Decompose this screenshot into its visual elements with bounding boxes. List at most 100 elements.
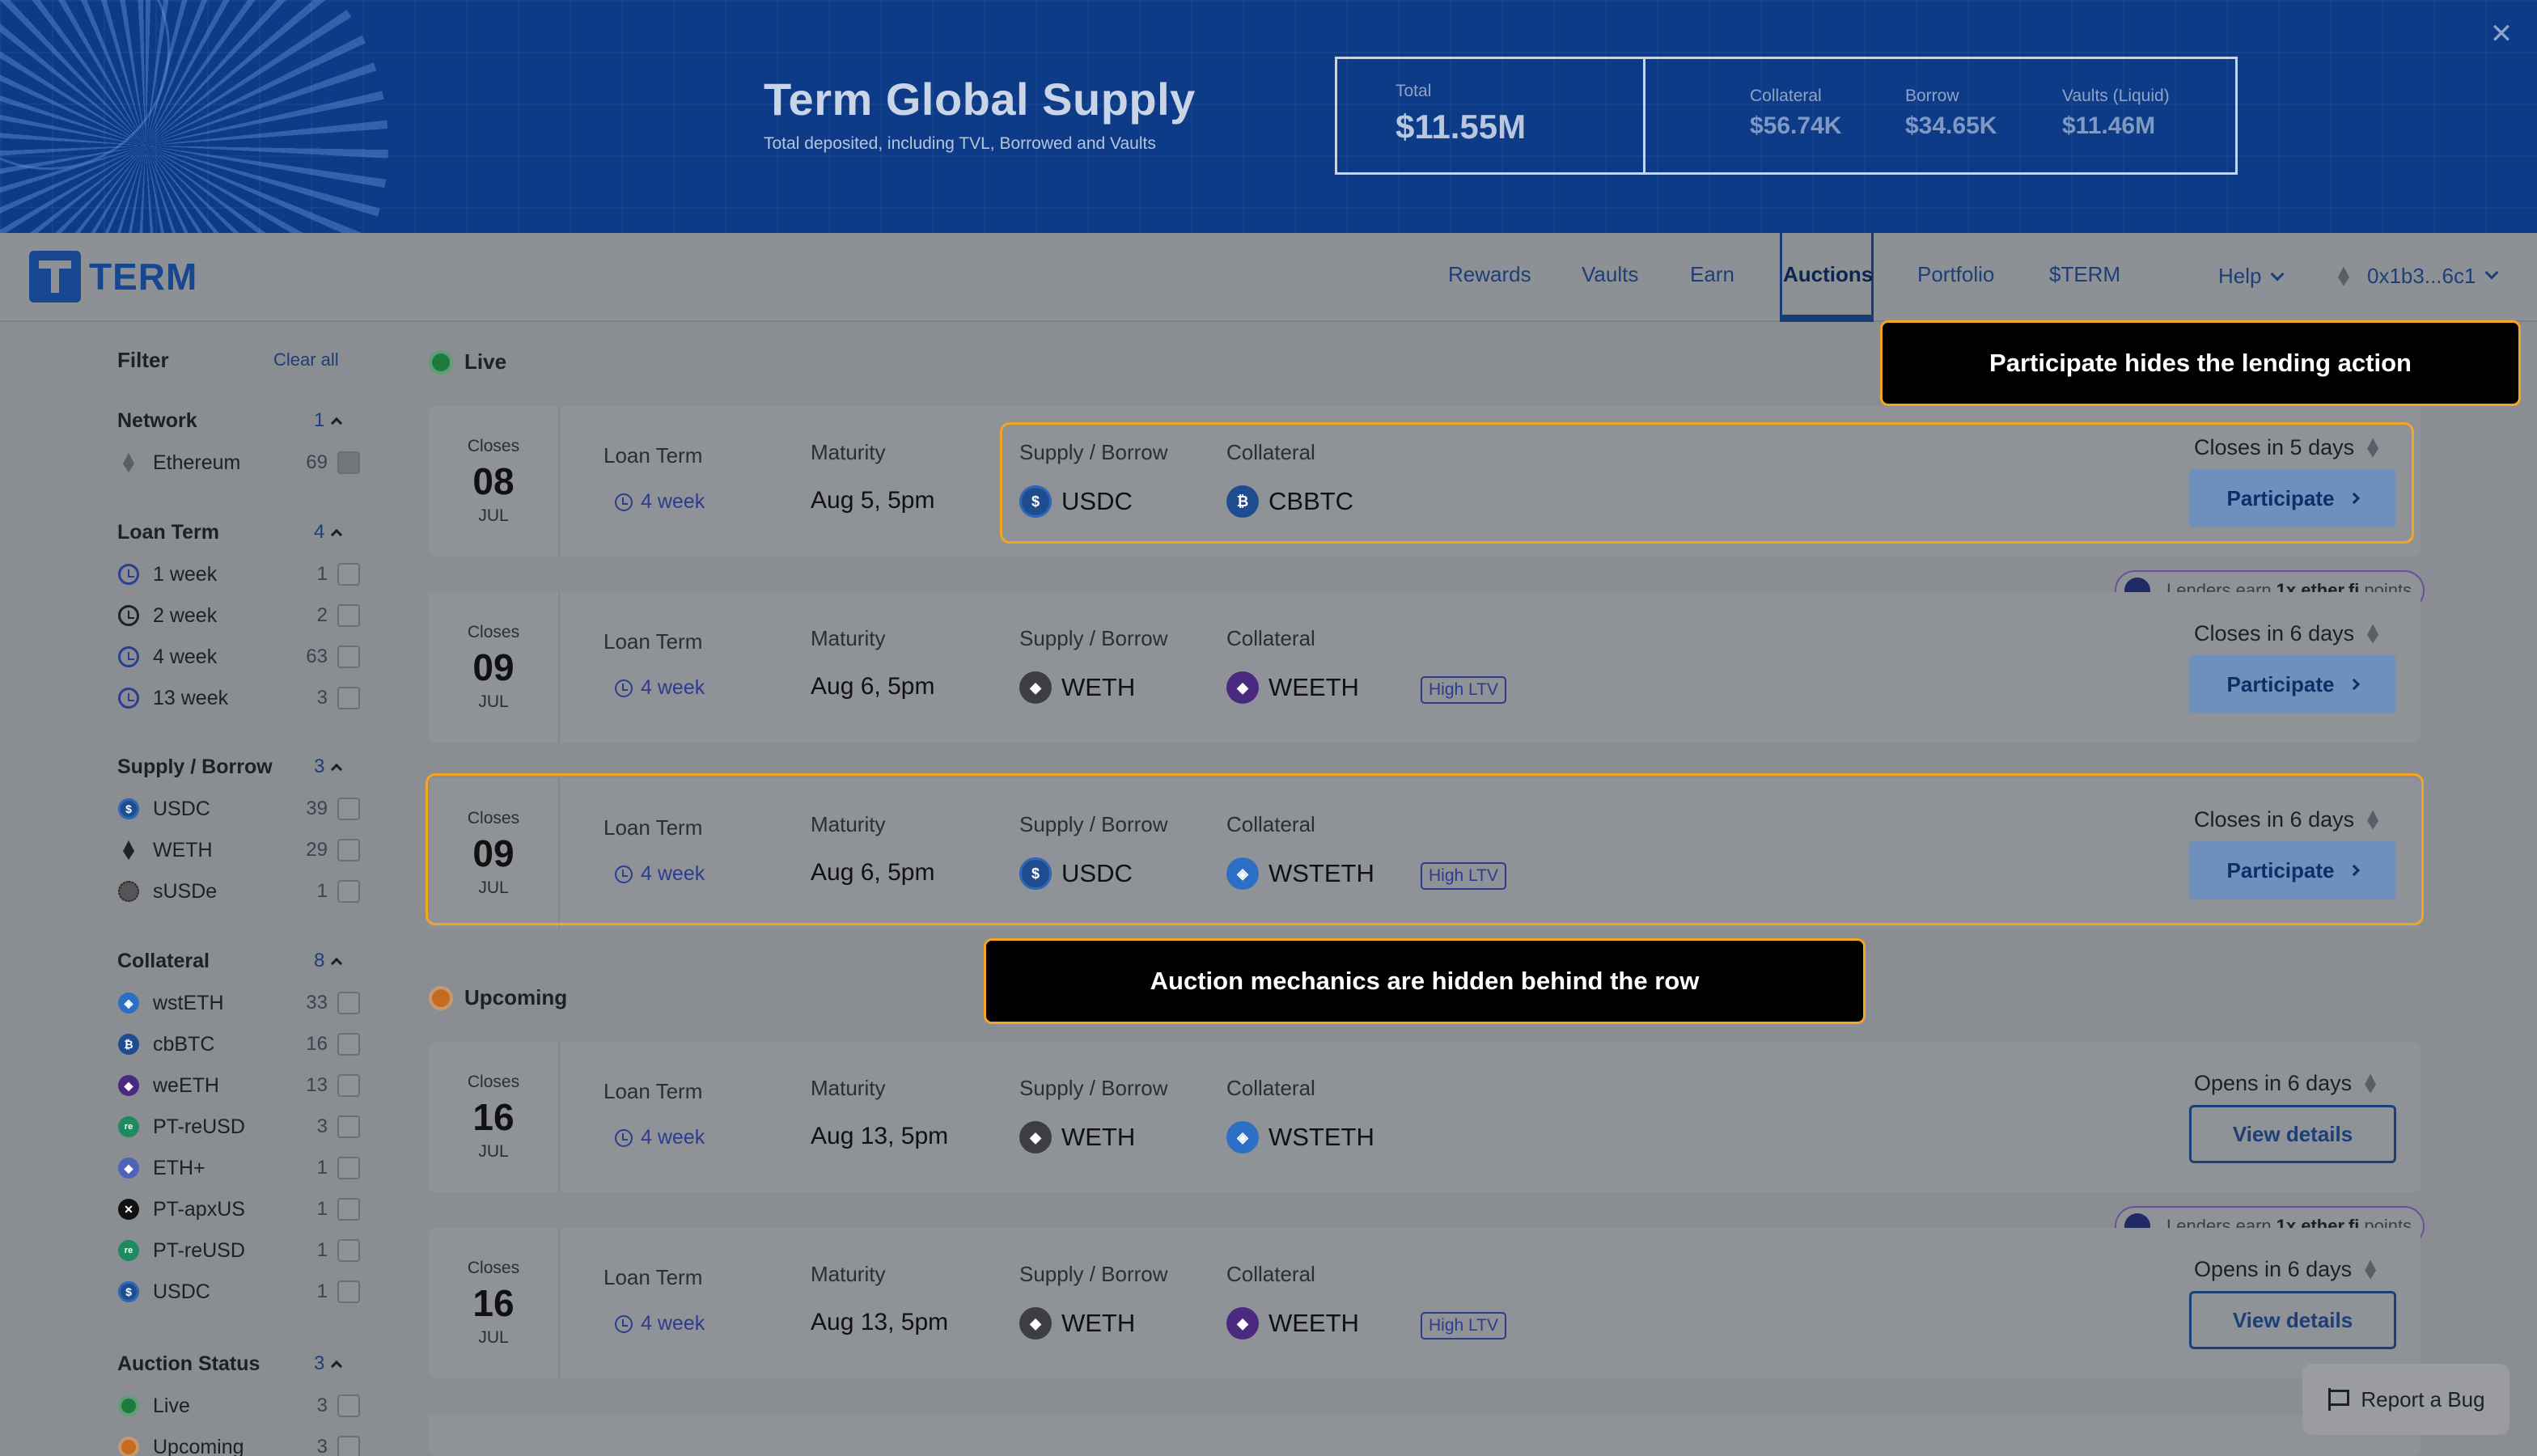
collateral-asset: ◆ WEETH [1226,671,1359,704]
checkbox[interactable] [337,687,360,709]
maturity-label: Maturity [811,1262,886,1286]
checkbox[interactable] [337,839,360,861]
option-label: Live [153,1394,190,1417]
close-date: Closes 09 JUL [429,592,560,743]
close-date: Closes 08 JUL [429,406,560,557]
filter-option-13-week[interactable]: 13 week 3 [117,682,360,714]
banner-title: Term Global Supply [764,74,1196,125]
auction-row[interactable]: Closes 09 JUL Loan Term 4 week Maturity … [429,592,2421,743]
filter-option-pt-reusd[interactable]: re PT-reUSD 3 [117,1111,360,1143]
filter-option-weth[interactable]: WETH 29 [117,834,360,866]
auction-row[interactable]: Closes 16 JUL Loan Term 4 week Maturity … [429,1228,2421,1378]
filter-option-4-week[interactable]: 4 week 63 [117,641,360,673]
checkbox[interactable] [337,1115,360,1138]
sunburst-decoration [0,0,388,233]
filter-option-usdc[interactable]: $ USDC 39 [117,793,360,825]
auction-row[interactable]: Closes 09 JUL Loan Term 4 week Maturity … [429,778,2421,929]
checkbox[interactable] [337,1074,360,1097]
filter-option-upcoming[interactable]: Upcoming 3 [117,1431,360,1456]
clear-all-link[interactable]: Clear all [273,349,339,370]
help-menu[interactable]: Help [2218,264,2285,289]
filter-option-eth-plus[interactable]: ◆ ETH+ 1 [117,1152,360,1184]
closes-label: Closes [467,1259,520,1277]
nav-vaults[interactable]: Vaults [1582,262,1638,287]
nav-term-token[interactable]: $TERM [2049,262,2120,287]
checkbox[interactable] [337,645,360,668]
checkbox[interactable] [337,1033,360,1056]
checkbox[interactable] [337,1436,360,1456]
auction-row[interactable]: Closes 16 JUL Loan Term 4 week Maturity … [429,1042,2421,1192]
susde-icon [117,880,140,903]
filter-option-live[interactable]: Live 3 [117,1390,360,1422]
status-label: Opens in 6 days [2194,1071,2353,1095]
checkbox[interactable] [337,880,360,903]
group-count: 8 [314,950,325,971]
network-group-toggle[interactable]: 1 [314,409,343,432]
filter-option-weeth[interactable]: ◆ weETH 13 [117,1069,360,1102]
view-details-button[interactable]: View details [2189,1105,2396,1163]
checkbox[interactable] [337,563,360,586]
supply-borrow-group-title[interactable]: Supply / Borrow [117,756,273,779]
checkbox[interactable] [337,798,360,820]
top-nav: TERM Rewards Vaults Earn Auctions Portfo… [0,233,2537,322]
loan-term-label: Loan Term [604,1265,703,1289]
checkbox[interactable] [337,1395,360,1417]
checkbox[interactable] [337,1239,360,1262]
collateral-group-title[interactable]: Collateral [117,950,210,973]
supply-stats-box: Total $11.55M Collateral $56.74K Borrow … [1335,57,2238,175]
checkbox[interactable] [337,1198,360,1221]
collateral-group-toggle[interactable]: 8 [314,950,343,972]
filter-option-pt-apxus[interactable]: ✕ PT-apxUS 1 [117,1193,360,1225]
nav-portfolio[interactable]: Portfolio [1917,262,1994,287]
wallet-menu[interactable]: 0x1b3...6c1 [2338,264,2499,289]
participate-button[interactable]: Participate [2189,841,2396,899]
checkbox[interactable] [337,604,360,627]
asset-name: WSTETH [1268,1123,1374,1151]
stat-label: Collateral [1750,87,1822,105]
checkbox[interactable] [337,1157,360,1179]
filter-option-susde[interactable]: sUSDe 1 [117,875,360,908]
nav-rewards[interactable]: Rewards [1448,262,1531,287]
filter-option-1-week[interactable]: 1 week 1 [117,558,360,590]
weeth-icon: ◆ [1226,671,1259,704]
filter-option-usdc-collateral[interactable]: $ USDC 1 [117,1276,360,1308]
ethereum-icon [117,451,140,474]
close-icon[interactable]: ✕ [2487,19,2516,49]
asset-name: CBBTC [1268,487,1354,515]
option-label: 4 week [153,645,218,668]
supply-asset: ◆ WETH [1019,1307,1135,1340]
network-group-title[interactable]: Network [117,409,197,433]
asset-name: WETH [1061,1309,1136,1337]
participate-button[interactable]: Participate [2189,469,2396,527]
checkbox[interactable] [337,1280,360,1303]
weth-icon [117,839,140,861]
participate-button[interactable]: Participate [2189,655,2396,713]
supply-borrow-group-toggle[interactable]: 3 [314,756,343,778]
supply-asset: ◆ WETH [1019,1121,1135,1153]
close-day: 16 [472,1282,515,1324]
nav-earn[interactable]: Earn [1690,262,1734,287]
auction-status-group-title[interactable]: Auction Status [117,1352,260,1376]
filter-option-wsteth[interactable]: ◈ wstETH 33 [117,987,360,1019]
option-label: 13 week [153,686,229,709]
checkbox[interactable] [337,992,360,1014]
auction-status-group-toggle[interactable]: 3 [314,1352,343,1375]
button-label: Participate [2226,671,2335,696]
ethereum-icon [2367,438,2379,458]
view-details-button[interactable]: View details [2189,1291,2396,1349]
term-logo[interactable]: TERM [29,251,197,303]
filter-option-pt-reusd-2[interactable]: re PT-reUSD 1 [117,1234,360,1267]
filter-option-cbbtc[interactable]: ₿ cbBTC 16 [117,1028,360,1060]
report-bug-button[interactable]: Report a Bug [2302,1364,2509,1435]
auction-row-partial[interactable] [429,1414,2421,1456]
close-date: Closes 16 JUL [429,1228,560,1378]
loan-term-group-title[interactable]: Loan Term [117,521,219,544]
loan-term-group-toggle[interactable]: 4 [314,521,343,544]
filter-option-ethereum[interactable]: Ethereum 69 [117,447,360,479]
auction-row[interactable]: Closes 08 JUL Loan Term 4 week Maturity … [429,406,2421,557]
stat-total-label: Total [1396,82,1432,100]
filter-option-2-week[interactable]: 2 week 2 [117,599,360,632]
checkbox[interactable] [337,451,360,474]
asset-name: WETH [1061,673,1136,701]
nav-auctions[interactable]: Auctions [1783,262,1873,287]
